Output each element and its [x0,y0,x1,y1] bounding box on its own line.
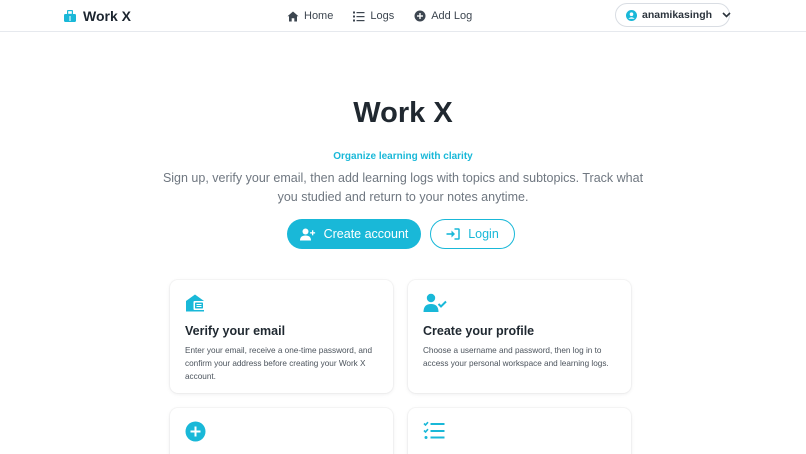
brand-logo[interactable]: Work X [63,7,131,25]
nav-add-log-label: Add Log [431,10,473,22]
home-icon [287,11,299,22]
login-button[interactable]: Login [430,219,515,249]
email-verify-icon [185,293,207,313]
user-menu-dropdown[interactable]: anamikasingh [615,3,731,27]
feature-card-verify-email: Verify your email Enter your email, rece… [170,280,393,393]
login-label: Login [468,227,499,241]
user-plus-icon [299,228,316,241]
feature-card-add-log [170,408,393,454]
top-navbar: Work X Home Logs Add Log anamikasingh [0,0,806,32]
nav-home[interactable]: Home [287,10,333,22]
book-icon [63,9,77,23]
username-label: anamikasingh [642,9,713,21]
chevron-down-icon [722,12,731,18]
user-circle-icon [626,9,637,21]
user-check-icon [423,293,447,313]
plus-circle-icon [414,10,426,22]
create-account-button[interactable]: Create account [287,219,421,249]
hero-description: Sign up, verify your email, then add lea… [162,171,644,204]
nav-home-label: Home [304,10,334,22]
sign-in-icon [446,228,460,240]
feature-title: Create your profile [423,324,535,338]
nav-logs[interactable]: Logs [353,10,394,22]
feature-title: Verify your email [185,324,286,338]
hero-tagline: Organize learning with clarity [333,151,473,162]
feature-card-create-profile: Create your profile Choose a username an… [408,280,631,393]
brand-name: Work X [83,8,131,24]
nav-logs-label: Logs [370,10,395,22]
list-check-icon [423,421,445,441]
feature-text: Choose a username and password, then log… [423,346,609,368]
plus-circle-icon [185,421,206,442]
feature-card-track-logs [408,408,631,454]
feature-text: Enter your email, receive a one-time pas… [185,346,373,381]
nav-add-log[interactable]: Add Log [414,10,472,22]
list-icon [353,11,365,22]
create-account-label: Create account [323,227,409,241]
main-nav: Home Logs Add Log [287,7,472,25]
hero-title: Work X [353,97,453,129]
